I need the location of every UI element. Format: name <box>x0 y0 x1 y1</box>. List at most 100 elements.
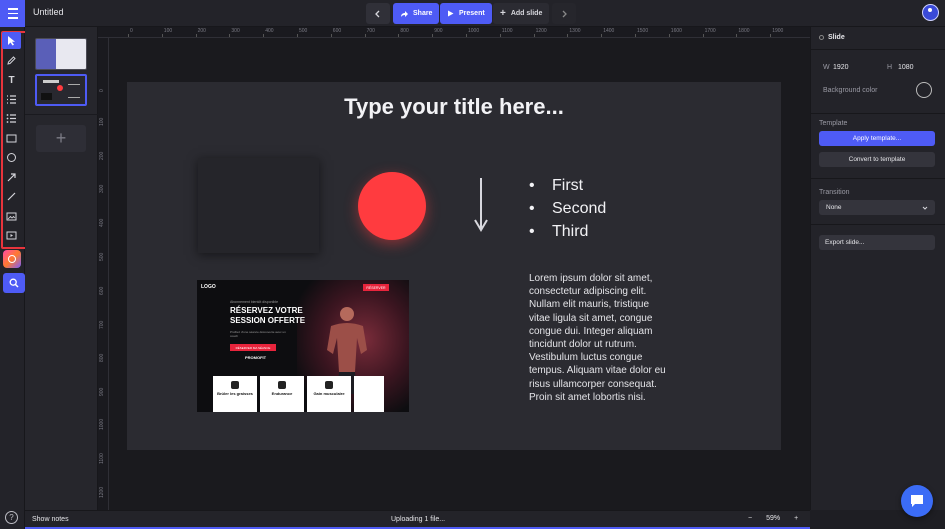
ellipse-tool[interactable] <box>2 149 21 166</box>
menu-button[interactable] <box>0 0 25 27</box>
text-icon: T <box>8 75 15 86</box>
bullet-list[interactable]: First Second Third <box>529 174 606 243</box>
zoom-in-button[interactable]: + <box>794 515 798 522</box>
chat-button[interactable] <box>901 485 933 517</box>
previous-slide-button[interactable] <box>366 3 390 24</box>
ruler-tick-label: 1700 <box>704 28 716 34</box>
ruler-tick-label: 200 <box>99 151 105 160</box>
select-tool[interactable] <box>2 32 21 49</box>
ruler-tick-label: 900 <box>99 387 105 397</box>
transition-select[interactable]: None <box>819 200 935 215</box>
divider <box>811 49 945 50</box>
properties-panel: Slide W 1920 H 1080 Background color Tem… <box>810 27 945 510</box>
width-value[interactable]: 1920 <box>833 64 849 71</box>
apply-template-button[interactable]: Apply template... <box>819 131 935 146</box>
document-title[interactable]: Untitled <box>33 7 64 17</box>
bullet-list-tool[interactable] <box>2 110 21 127</box>
ruler-tick <box>601 34 603 37</box>
rectangle-tool[interactable] <box>2 130 21 147</box>
ruler-tick-label: 100 <box>99 117 105 126</box>
background-color-label: Background color <box>823 87 878 94</box>
ruler-tick <box>330 34 332 37</box>
bullet-list-icon <box>6 114 16 123</box>
slide-canvas[interactable]: Type your title here... First Second Thi… <box>127 82 781 450</box>
help-button[interactable]: ? <box>5 511 18 524</box>
image-tool[interactable] <box>2 208 21 225</box>
image-partner-logo: PROMOFIT <box>245 355 267 360</box>
ruler-tick-label: 0 <box>130 28 133 34</box>
play-icon <box>448 10 454 17</box>
rectangle-icon <box>6 134 17 143</box>
image-logo: LOGO <box>201 284 216 290</box>
chevron-left-icon <box>375 10 380 17</box>
ruler-tick-label: 600 <box>99 286 105 295</box>
ruler-tick-label: 1300 <box>569 28 581 34</box>
arrow-icon <box>7 173 16 182</box>
convert-to-template-button[interactable]: Convert to template <box>819 152 935 167</box>
help-icon: ? <box>9 513 14 522</box>
zoom-out-button[interactable]: − <box>748 515 752 522</box>
ruler-tick <box>432 34 434 37</box>
template-label: Template <box>819 120 848 127</box>
text-tool[interactable]: T <box>2 72 21 89</box>
video-tool[interactable] <box>2 227 21 244</box>
ruler-tick-label: 1400 <box>603 28 615 34</box>
feature-card <box>354 376 384 412</box>
add-slide-button[interactable]: + Add slide <box>493 3 550 24</box>
ruler-tick <box>567 34 569 37</box>
share-button[interactable]: Share <box>393 3 440 24</box>
slide-title[interactable]: Type your title here... <box>127 94 781 120</box>
rectangle-shape[interactable] <box>198 158 319 253</box>
zoom-level[interactable]: 59% <box>766 515 780 522</box>
plus-icon: + <box>500 8 506 19</box>
export-slide-button[interactable]: Export slide... <box>819 235 935 250</box>
integrations-button[interactable] <box>3 250 21 268</box>
divider <box>811 224 945 225</box>
app-window: Untitled Share Present + Add slide T ? +… <box>0 0 945 529</box>
ruler-tick <box>161 34 163 37</box>
editor-canvas[interactable]: Type your title here... First Second Thi… <box>109 38 810 510</box>
height-value[interactable]: 1080 <box>898 64 914 71</box>
user-avatar[interactable] <box>922 4 939 21</box>
ruler-tick <box>770 34 772 37</box>
image-icon <box>6 212 17 221</box>
circle-shape[interactable] <box>358 172 426 240</box>
present-button[interactable]: Present <box>440 3 492 24</box>
image-tag: RÉSERVER <box>363 284 389 291</box>
ruler-tick-label: 1100 <box>99 453 105 464</box>
vertical-ruler: 0 100 200 300 400 500 600 700 800 900 1000 1100 1200 <box>98 38 109 510</box>
landing-page-image[interactable]: LOGO RÉSERVER Abonnement bientôt disponi… <box>197 280 409 412</box>
down-arrow-shape[interactable] <box>473 178 489 234</box>
feature-card: Gain musculaire <box>307 376 351 412</box>
search-button[interactable] <box>3 273 25 293</box>
ruler-tick-label: 400 <box>265 28 274 34</box>
arrow-tool[interactable] <box>2 169 21 186</box>
numbered-list-tool[interactable] <box>2 91 21 108</box>
line-tool[interactable] <box>2 188 21 205</box>
ruler-tick <box>297 34 298 37</box>
body-text[interactable]: Lorem ipsum dolor sit amet, consectetur … <box>529 272 669 404</box>
chevron-right-icon <box>562 10 567 17</box>
ruler-tick-label: 100 <box>163 28 173 34</box>
slide-thumbnail-2[interactable] <box>35 74 87 106</box>
ruler-tick <box>533 34 535 37</box>
pen-tool[interactable] <box>2 52 21 69</box>
divider <box>811 113 945 114</box>
image-headline: RÉSERVEZ VOTRE SESSION OFFERTE <box>230 306 306 325</box>
ruler-tick <box>364 34 366 37</box>
width-label: W <box>823 64 830 71</box>
ruler-tick-label: 200 <box>197 28 206 34</box>
next-slide-button[interactable] <box>552 3 576 24</box>
background-color-swatch[interactable] <box>916 82 932 98</box>
ruler-tick-label: 500 <box>299 28 308 34</box>
ruler-tick-label: 700 <box>99 320 105 329</box>
show-notes-button[interactable]: Show notes <box>32 516 69 523</box>
ruler-tick <box>668 34 670 37</box>
slide-thumbnail-1[interactable] <box>35 38 87 70</box>
share-icon <box>401 10 408 17</box>
feature-card: Endurance <box>260 376 304 412</box>
ruler-tick-label: 900 <box>434 28 443 34</box>
ruler-tick-label: 1600 <box>670 28 682 34</box>
add-slide-tile[interactable]: + <box>36 125 86 152</box>
ruler-tick-label: 1900 <box>772 28 784 34</box>
